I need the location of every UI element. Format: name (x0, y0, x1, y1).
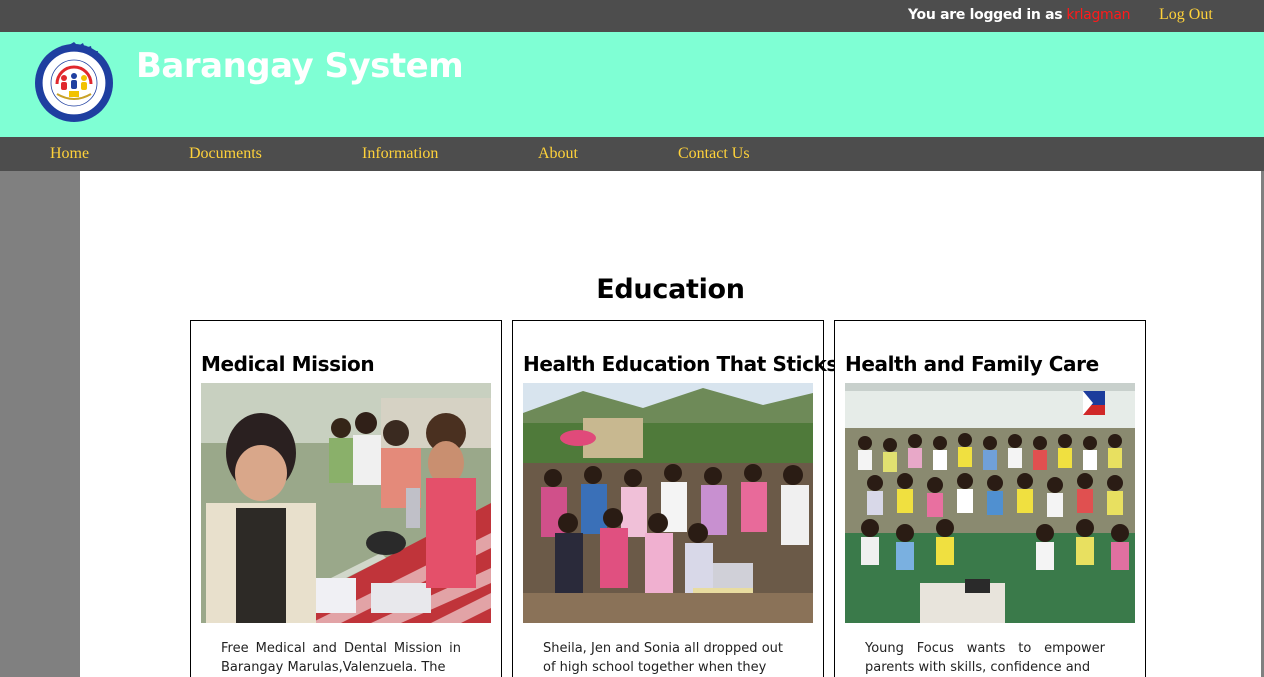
logout-link[interactable]: Log Out (1159, 6, 1213, 24)
card-title: Medical Mission (201, 352, 375, 376)
barangay-seal-icon (33, 42, 115, 124)
section-title: Education (596, 274, 745, 305)
top-bar: You are logged in as krlagman Log Out (0, 0, 1264, 32)
nav-item-information[interactable]: Information (362, 145, 438, 163)
card-description: Free Medical and Dental Mission in Baran… (221, 641, 461, 675)
card-title: Health and Family Care (845, 352, 1099, 376)
login-status: You are logged in as krlagman (908, 7, 1131, 23)
card-title: Health Education That Sticks (523, 352, 838, 376)
card-description: Sheila, Jen and Sonia all dropped out of… (543, 641, 783, 675)
nav-item-contact-us[interactable]: Contact Us (678, 145, 750, 163)
card-description: Young Focus wants to empower parents wit… (865, 641, 1105, 675)
medical-mission-photo (201, 383, 491, 623)
card-medical-mission: Medical Mission Free Medical and Dental … (190, 320, 502, 677)
nav-item-about[interactable]: About (538, 145, 578, 163)
card-family-care: Health and Family Care Young Focus wants… (834, 320, 1146, 677)
site-header: Barangay System (0, 32, 1264, 137)
nav-item-home[interactable]: Home (50, 145, 89, 163)
nav-item-documents[interactable]: Documents (189, 145, 262, 163)
login-prefix: You are logged in as (908, 7, 1063, 23)
card-health-education: Health Education That Sticks Sheila, Jen… (512, 320, 838, 677)
main-navigation: Home Documents Information About Contact… (0, 137, 1264, 171)
site-title: Barangay System (136, 46, 464, 86)
family-care-photo (845, 383, 1135, 623)
logged-in-username: krlagman (1066, 7, 1131, 23)
left-gutter (0, 171, 80, 677)
health-education-photo (523, 383, 813, 623)
